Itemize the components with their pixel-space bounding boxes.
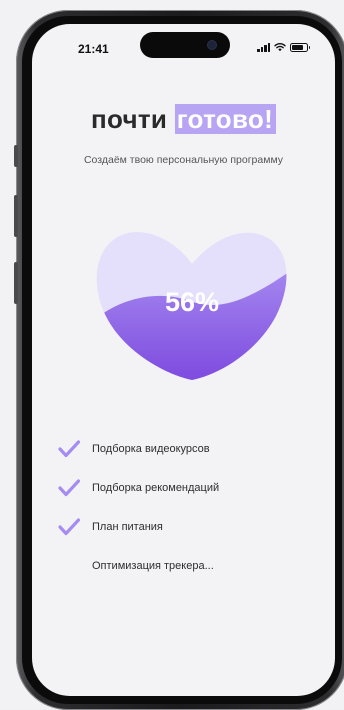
checklist-item-label: План питания (92, 520, 163, 533)
task-checklist: Подборка видеокурсов Подборка рекомендаци… (58, 429, 318, 585)
app-screen: 21:41 почти готово! Создаём твою персона… (32, 24, 335, 696)
progress-percent: 56% (164, 287, 220, 317)
page-title: почти готово! (32, 104, 335, 135)
checklist-item: Оптимизация трекера... (58, 546, 318, 585)
cellular-signal-icon (257, 42, 270, 52)
battery-icon (290, 42, 310, 52)
title-highlight: готово! (174, 104, 277, 134)
checklist-item-label: Подборка видеокурсов (92, 442, 210, 455)
battery-fill (292, 44, 304, 50)
volume-down-button (14, 262, 18, 304)
title-prefix: почти (90, 104, 168, 134)
volume-up-button (14, 195, 18, 237)
camera-icon (208, 41, 216, 49)
checklist-item-label: Подборка рекомендаций (92, 481, 220, 494)
checklist-item: Подборка рекомендаций (58, 468, 318, 507)
checkmark-icon (58, 439, 80, 457)
wifi-icon (274, 43, 286, 52)
checklist-item-label: Оптимизация трекера... (92, 559, 214, 572)
mute-switch (14, 145, 18, 167)
checkmark-icon (58, 517, 80, 535)
status-time: 21:41 (78, 42, 109, 56)
page-subtitle: Создаём твою персональную программу (83, 154, 284, 166)
checklist-item: Подборка видеокурсов (58, 429, 318, 468)
checkmark-icon (58, 478, 80, 496)
checklist-item: План питания (58, 507, 318, 546)
status-icons (257, 41, 310, 53)
dynamic-island (140, 32, 230, 58)
